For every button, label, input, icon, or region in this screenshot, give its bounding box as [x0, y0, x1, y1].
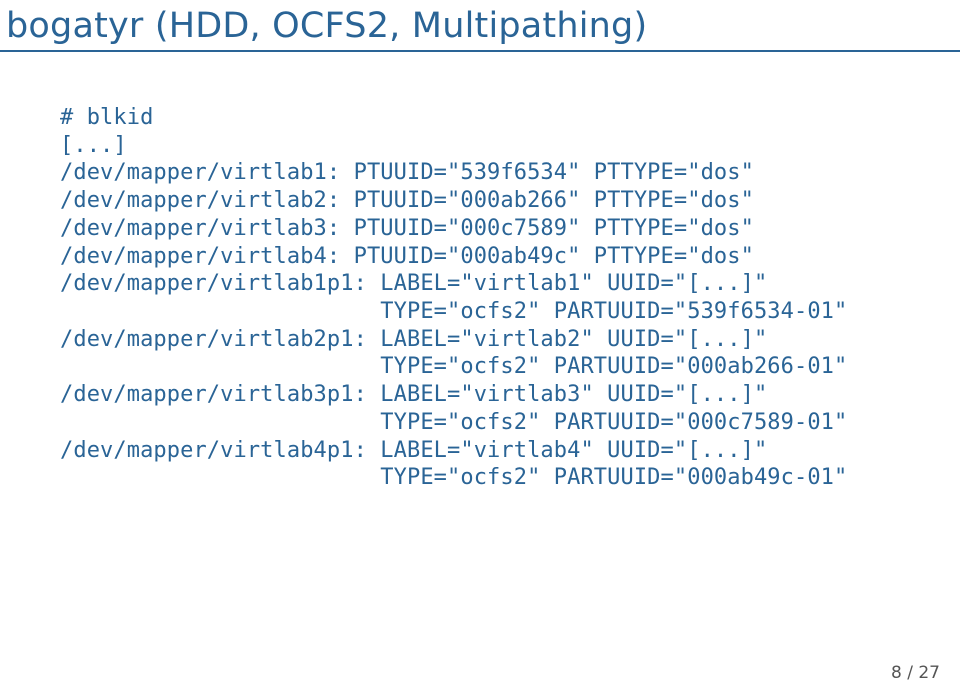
output-line: /dev/mapper/virtlab2: PTUUID="000ab266" …: [60, 188, 754, 213]
slide-title: bogatyr (HDD, OCFS2, Multipathing): [0, 0, 960, 52]
output-line: /dev/mapper/virtlab4p1: LABEL="virtlab4"…: [60, 438, 767, 463]
cmd-line: # blkid: [60, 105, 153, 130]
output-line: /dev/mapper/virtlab3: PTUUID="000c7589" …: [60, 216, 754, 241]
output-line: /dev/mapper/virtlab1: PTUUID="539f6534" …: [60, 160, 754, 185]
ellipsis-line: [...]: [60, 133, 127, 158]
terminal-output: # blkid [...] /dev/mapper/virtlab1: PTUU…: [60, 104, 960, 492]
output-line: TYPE="ocfs2" PARTUUID="000ab266-01": [60, 354, 847, 379]
page-number: 8 / 27: [891, 663, 940, 683]
output-line: TYPE="ocfs2" PARTUUID="000c7589-01": [60, 410, 847, 435]
slide-content: # blkid [...] /dev/mapper/virtlab1: PTUU…: [0, 52, 960, 492]
output-line: /dev/mapper/virtlab3p1: LABEL="virtlab3"…: [60, 382, 767, 407]
output-line: /dev/mapper/virtlab2p1: LABEL="virtlab2"…: [60, 327, 767, 352]
output-line: /dev/mapper/virtlab1p1: LABEL="virtlab1"…: [60, 271, 767, 296]
output-line: /dev/mapper/virtlab4: PTUUID="000ab49c" …: [60, 244, 754, 269]
output-line: TYPE="ocfs2" PARTUUID="539f6534-01": [60, 299, 847, 324]
output-line: TYPE="ocfs2" PARTUUID="000ab49c-01": [60, 465, 847, 490]
